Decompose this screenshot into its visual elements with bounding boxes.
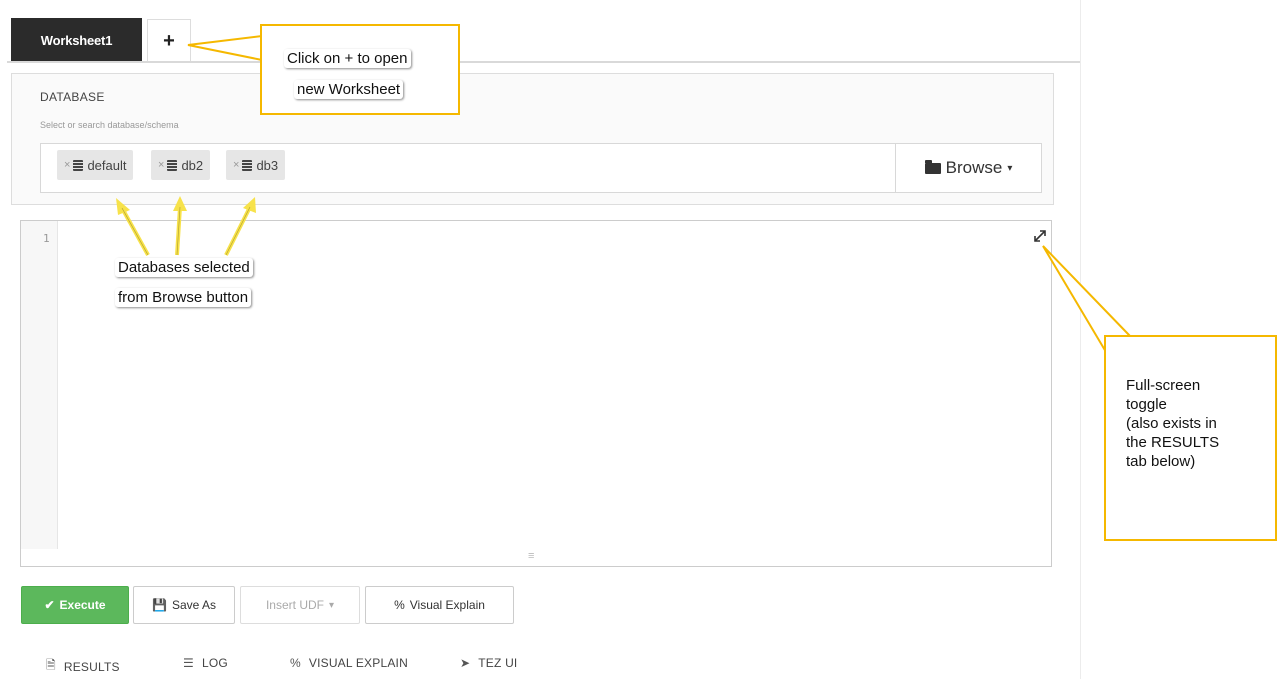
tab-worksheet1[interactable]: Worksheet1 [11, 18, 142, 62]
paper-plane-icon: ➤ [460, 656, 471, 670]
visual-explain-label: Visual Explain [409, 598, 485, 612]
plus-callout-line2: new Worksheet [294, 80, 404, 99]
plus-callout [260, 24, 460, 115]
tab-tez-ui[interactable]: ➤ TEZ UI [460, 656, 517, 670]
fullscreen-callout-line5: tab below) [1126, 453, 1196, 470]
db-chip-label: db2 [181, 157, 204, 173]
caret-down-icon: ▾ [328, 599, 335, 611]
db-chip-db3[interactable]: × db3 [226, 150, 286, 180]
browse-button[interactable]: Browse ▾ [895, 143, 1042, 193]
plus-callout-line1: Click on + to open [284, 49, 411, 68]
db-callout-line1: Databases selected [115, 258, 253, 277]
editor-resize-handle[interactable]: ≡ [528, 550, 534, 562]
fullscreen-callout-line2: toggle [1126, 396, 1167, 413]
db-chip-default[interactable]: × default [57, 150, 134, 180]
remove-chip-icon[interactable]: × [233, 159, 239, 171]
save-as-label: Save As [171, 598, 216, 612]
add-worksheet-button[interactable]: + [147, 19, 191, 62]
line-number: 1 [43, 232, 50, 245]
remove-chip-icon[interactable]: × [158, 159, 164, 171]
link-icon: % [290, 656, 301, 670]
floppy-icon: 💾 [152, 598, 167, 612]
list-icon: ☰ [183, 656, 194, 670]
db-chip-label: db3 [256, 157, 279, 173]
document-icon: 🗎 [46, 658, 56, 672]
tab-log[interactable]: ☰ LOG [183, 656, 228, 670]
fullscreen-callout-text: Full-screen toggle (also exists in the R… [1126, 376, 1219, 471]
tab-visual-explain[interactable]: % VISUAL EXPLAIN [290, 656, 408, 670]
database-hint: Select or search database/schema [40, 120, 179, 130]
visual-explain-button[interactable]: % Visual Explain [365, 586, 514, 624]
execute-label: Execute [59, 598, 106, 612]
tab-underline [7, 61, 1080, 63]
check-icon: ✔ [44, 598, 55, 612]
link-icon: % [394, 598, 405, 612]
tab-results-label: RESULTS [63, 659, 120, 674]
fullscreen-callout-line3: (also exists in [1126, 415, 1217, 432]
db-chip-label: default [87, 157, 127, 173]
insert-udf-button[interactable]: Insert UDF ▾ [240, 586, 360, 624]
database-icon [167, 159, 178, 171]
editor-gutter [21, 221, 58, 549]
insert-udf-label: Insert UDF [265, 598, 324, 612]
expand-icon[interactable] [1032, 228, 1048, 244]
execute-button[interactable]: ✔ Execute [21, 586, 129, 624]
db-chip-db2[interactable]: × db2 [151, 150, 211, 180]
database-icon [73, 159, 84, 171]
save-as-button[interactable]: 💾 Save As [133, 586, 235, 624]
database-icon [242, 159, 253, 171]
fullscreen-callout-line1: Full-screen [1126, 377, 1201, 394]
fullscreen-callout-line4: the RESULTS [1126, 434, 1220, 451]
db-callout-line2: from Browse button [115, 288, 252, 307]
tab-visual-explain-label: VISUAL EXPLAIN [308, 656, 408, 670]
tab-results[interactable]: 🗎 RESULTS [46, 656, 120, 677]
right-panel-divider [1080, 0, 1081, 679]
database-label: DATABASE [40, 90, 105, 104]
remove-chip-icon[interactable]: × [64, 159, 70, 171]
tab-tez-ui-label: TEZ UI [478, 656, 518, 670]
caret-down-icon: ▾ [1007, 162, 1013, 174]
plus-callout-pointer [187, 34, 263, 62]
folder-icon [924, 159, 941, 174]
tab-log-label: LOG [201, 656, 228, 670]
browse-label: Browse [945, 158, 1003, 177]
